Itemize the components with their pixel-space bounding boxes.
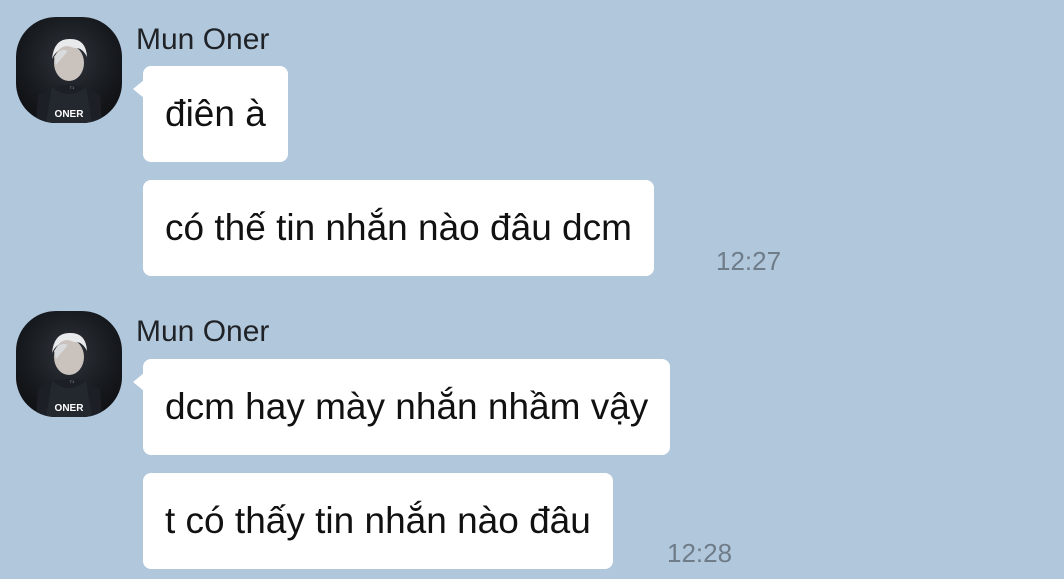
player-avatar-icon: T1 ONER [36,332,102,417]
message-text: dcm hay mày nhắn nhầm vậy [165,386,649,427]
message-timestamp: 12:28 [667,538,733,568]
message-bubble[interactable]: t có thấy tin nhắn nào đâu [143,473,613,569]
avatar-label: ONER [55,109,85,120]
sender-avatar[interactable]: T1 ONER [16,311,122,417]
message-timestamp: 12:27 [716,246,782,276]
svg-text:T1: T1 [70,379,75,384]
sender-avatar[interactable]: T1 ONER [16,17,122,123]
message-bubble[interactable]: có thế tin nhắn nào đâu dcm [143,180,654,276]
sender-name[interactable]: Mun Oner [136,314,269,350]
message-text: t có thấy tin nhắn nào đâu [165,500,591,541]
message-text: điên à [165,93,266,134]
message-text: có thế tin nhắn nào đâu dcm [165,207,632,248]
message-bubble[interactable]: dcm hay mày nhắn nhầm vậy [132,359,671,455]
svg-text:T1: T1 [70,85,75,90]
player-avatar-icon: T1 ONER [36,38,102,123]
message-bubble[interactable]: điên à [133,66,288,162]
sender-name[interactable]: Mun Oner [136,22,269,58]
chat-window: T1 ONER Mun Oner điên à có thế tin nhắn … [0,0,1064,579]
avatar-label: ONER [55,403,85,414]
